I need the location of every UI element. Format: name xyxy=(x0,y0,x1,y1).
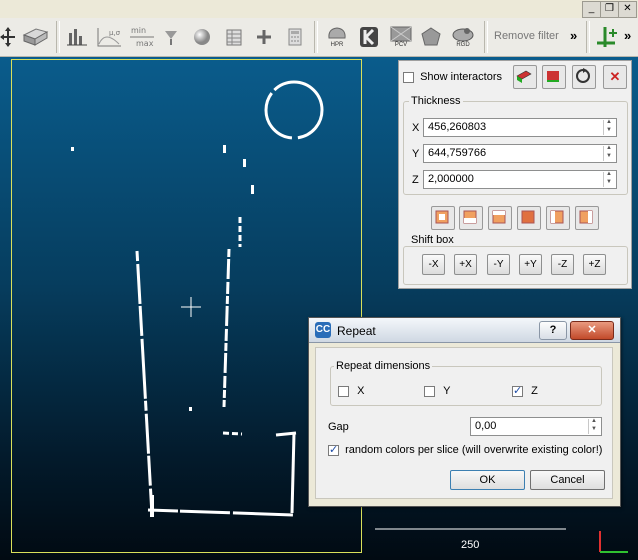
k-nearest-icon[interactable] xyxy=(356,22,382,52)
sphere-icon[interactable] xyxy=(190,22,214,52)
pcv-button[interactable]: PCV xyxy=(388,22,414,52)
svg-text:μ,σ: μ,σ xyxy=(109,29,121,37)
translate-icon[interactable] xyxy=(0,22,16,52)
thickness-x-value: 456,260803 xyxy=(428,121,487,133)
show-interactors-label: Show interactors xyxy=(420,71,502,84)
rgd-label: RGD xyxy=(456,42,470,48)
shift-plus-x-button[interactable]: +X xyxy=(454,254,477,275)
repeat-dimensions-group xyxy=(330,366,602,406)
rgd-button[interactable]: RGD xyxy=(448,22,478,52)
minimize-button[interactable]: _ xyxy=(582,1,601,18)
view-top-icon[interactable] xyxy=(431,206,455,230)
stat-test-icon[interactable]: μ,σ xyxy=(94,22,124,52)
repeat-dialog-title: Repeat xyxy=(337,324,376,338)
pcv-label: PCV xyxy=(394,42,408,48)
thickness-z-label: Z xyxy=(412,174,419,186)
view-back-icon[interactable] xyxy=(517,206,541,230)
show-interactors-row[interactable]: Show interactors xyxy=(403,71,502,83)
filter-down-icon[interactable] xyxy=(160,22,182,52)
min-max-icon[interactable]: min max xyxy=(128,22,156,52)
dim-z-row[interactable]: Z xyxy=(512,384,538,398)
view-bottom-icon[interactable] xyxy=(459,206,483,230)
svg-text:max: max xyxy=(136,39,154,48)
ok-button[interactable]: OK xyxy=(450,470,525,490)
thickness-z-input[interactable]: 2,000000 xyxy=(423,170,617,189)
random-colors-row[interactable]: random colors per slice (will overwrite … xyxy=(328,443,603,457)
shift-plus-z-button[interactable]: +Z xyxy=(583,254,606,275)
restore-button[interactable]: ❐ xyxy=(600,1,619,18)
polygon-icon[interactable] xyxy=(418,22,444,52)
plus-icon[interactable] xyxy=(252,22,276,52)
dim-y-row[interactable]: Y xyxy=(424,385,450,397)
shift-minus-y-button[interactable]: -Y xyxy=(487,254,510,275)
repeat-dialog-titlebar[interactable]: CC Repeat ? ✕ xyxy=(309,318,620,343)
thickness-y-input[interactable]: 644,759766 xyxy=(423,144,617,163)
main-toolbar: μ,σ min max HPR PCV RGD Remove filter » xyxy=(0,18,638,57)
window-controls: _ ❐ ✕ xyxy=(580,0,638,18)
thickness-z-value: 2,000000 xyxy=(428,173,474,185)
thickness-label: Thickness xyxy=(409,95,463,107)
repeat-dialog-body: Repeat dimensions X Y Z Gap 0,00 random … xyxy=(315,347,613,499)
view-right-icon[interactable] xyxy=(575,206,599,230)
random-colors-checkbox[interactable] xyxy=(328,443,339,456)
dim-x-checkbox[interactable] xyxy=(338,385,349,397)
app-logo-icon: CC xyxy=(315,322,331,338)
thickness-x-input[interactable]: 456,260803 xyxy=(423,118,617,137)
gap-label: Gap xyxy=(328,421,349,433)
close-window-button[interactable]: ✕ xyxy=(618,1,637,18)
add-plane-icon[interactable] xyxy=(594,22,620,52)
gap-input[interactable]: 0,00 xyxy=(470,417,602,436)
scale-label: 250 xyxy=(461,539,480,551)
help-button[interactable]: ? xyxy=(539,321,567,340)
dim-z-checkbox[interactable] xyxy=(512,384,523,397)
remove-filter-button[interactable]: Remove filter xyxy=(494,30,559,42)
repeat-dialog: CC Repeat ? ✕ Repeat dimensions X Y Z Ga… xyxy=(308,317,621,507)
histogram-icon[interactable] xyxy=(64,22,90,52)
dim-y-checkbox[interactable] xyxy=(424,385,435,397)
svg-text:min: min xyxy=(131,26,146,35)
dim-z-label: Z xyxy=(531,385,538,398)
shift-minus-z-button[interactable]: -Z xyxy=(551,254,574,275)
shift-plus-y-button[interactable]: +Y xyxy=(519,254,542,275)
dim-x-row[interactable]: X xyxy=(338,385,364,397)
show-interactors-checkbox[interactable] xyxy=(403,71,414,83)
repeat-dimensions-label: Repeat dimensions xyxy=(334,360,433,372)
view-front-icon[interactable] xyxy=(488,206,512,230)
toolbar-overflow-2[interactable]: » xyxy=(624,28,631,43)
thickness-y-value: 644,759766 xyxy=(428,147,487,159)
thickness-x-label: X xyxy=(412,122,420,134)
reset-icon[interactable] xyxy=(572,65,596,89)
shift-minus-x-button[interactable]: -X xyxy=(422,254,445,275)
view-left-icon[interactable] xyxy=(546,206,570,230)
cancel-button[interactable]: Cancel xyxy=(530,470,605,490)
close-panel-icon[interactable]: ✕ xyxy=(603,65,627,89)
shift-box-label: Shift box xyxy=(409,234,456,246)
thickness-y-label: Y xyxy=(412,148,420,160)
toolbar-overflow-1[interactable]: » xyxy=(570,28,577,43)
extract-section-button[interactable] xyxy=(542,65,566,89)
hpr-button[interactable]: HPR xyxy=(322,22,352,52)
dim-y-label: Y xyxy=(443,385,451,398)
gap-value: 0,00 xyxy=(475,420,497,432)
hpr-label: HPR xyxy=(330,42,344,48)
table-icon[interactable] xyxy=(222,22,246,52)
segment-box-icon[interactable] xyxy=(20,22,50,52)
random-colors-label: random colors per slice (will overwrite … xyxy=(345,444,603,457)
calculator-icon[interactable] xyxy=(284,22,306,52)
dialog-close-button[interactable]: ✕ xyxy=(570,321,614,340)
dim-x-label: X xyxy=(357,385,365,398)
export-section-button[interactable] xyxy=(513,65,537,89)
